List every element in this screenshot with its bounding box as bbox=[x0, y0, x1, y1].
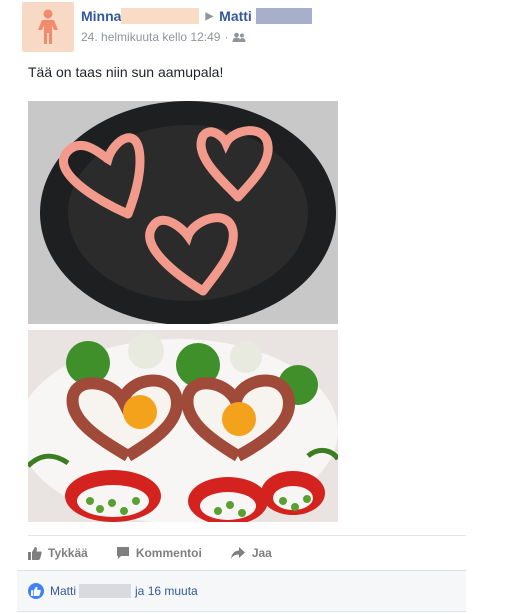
person-silhouette-icon bbox=[38, 9, 58, 44]
friends-icon[interactable] bbox=[232, 32, 246, 43]
share-button[interactable]: Jaa bbox=[230, 546, 272, 560]
post-header-names: Minna ▶ Matti bbox=[81, 7, 312, 25]
post-card: Minna ▶ Matti 24. helmikuuta kello 12:49… bbox=[0, 0, 527, 614]
share-arrow-icon bbox=[230, 547, 245, 559]
thumbs-up-icon bbox=[31, 586, 41, 596]
arrow-right-icon: ▶ bbox=[205, 10, 214, 22]
post-meta: 24. helmikuuta kello 12:49 · bbox=[81, 30, 246, 44]
redacted-liker-surname bbox=[79, 584, 132, 598]
meta-separator: · bbox=[224, 30, 229, 44]
post-photo[interactable] bbox=[28, 101, 338, 522]
post-timestamp[interactable]: 24. helmikuuta kello 12:49 bbox=[81, 30, 220, 44]
comment-label: Kommentoi bbox=[135, 546, 202, 560]
post-text: Tää on taas niin sun aamupala! bbox=[28, 64, 224, 80]
redacted-surname bbox=[121, 8, 200, 24]
likes-summary: Matti ja 16 muuta bbox=[17, 570, 466, 612]
liker-name[interactable]: Matti bbox=[50, 584, 76, 598]
comment-icon bbox=[116, 547, 129, 559]
target-name[interactable]: Matti bbox=[219, 8, 252, 24]
like-button[interactable]: Tykkää bbox=[28, 546, 88, 560]
like-reaction-icon[interactable] bbox=[28, 583, 44, 599]
like-label: Tykkää bbox=[48, 546, 88, 560]
thumbs-up-icon bbox=[28, 547, 42, 560]
comment-button[interactable]: Kommentoi bbox=[116, 546, 202, 560]
redacted-target-surname bbox=[255, 8, 312, 24]
share-label: Jaa bbox=[251, 546, 272, 560]
author-avatar[interactable] bbox=[22, 2, 74, 52]
post-action-bar: Tykkää Kommentoi Jaa bbox=[28, 535, 466, 570]
author-name[interactable]: Minna bbox=[81, 8, 121, 24]
likes-others-link[interactable]: ja 16 muuta bbox=[135, 584, 198, 598]
